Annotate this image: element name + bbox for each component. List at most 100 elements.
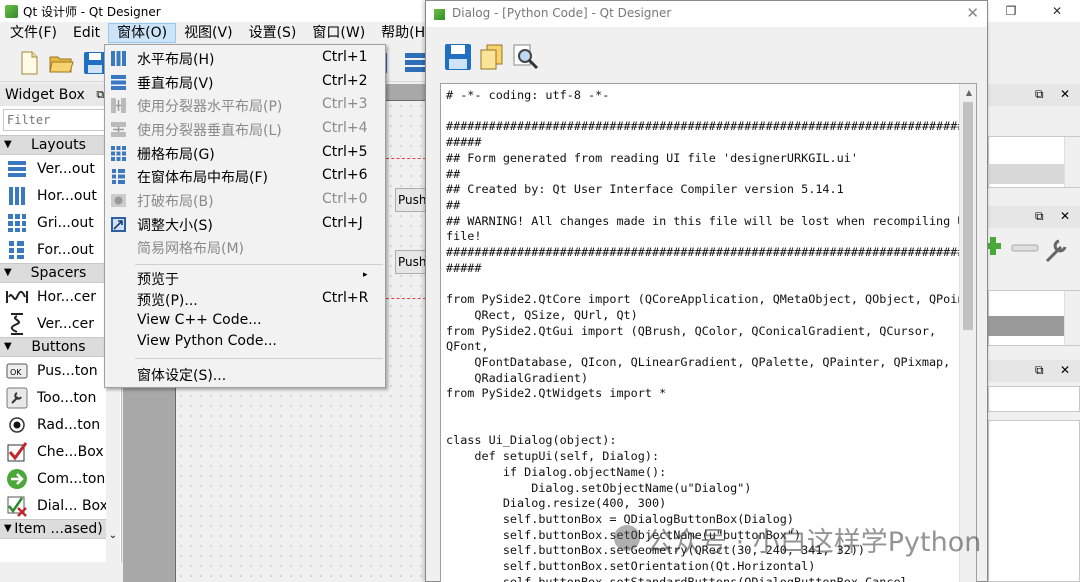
close-icon[interactable]: ✕	[1060, 363, 1070, 377]
widget-form-layout[interactable]: For...out	[0, 236, 117, 263]
grid-layout-icon	[6, 212, 28, 234]
vertical-layout-icon	[111, 75, 126, 90]
widget-horizontal-spacer[interactable]: Hor...cer	[0, 283, 117, 310]
menu-separator	[135, 358, 383, 359]
category-layouts[interactable]: ▼ Layouts	[0, 135, 117, 155]
menu-item-form-settings[interactable]: 窗体设定(S)...	[105, 363, 385, 386]
qt-dialog-icon	[434, 9, 445, 20]
menu-item-preview[interactable]: 预览(P)... Ctrl+R	[105, 288, 385, 311]
dialog-close-button[interactable]: ✕	[966, 4, 979, 22]
qt-designer-app-icon	[5, 4, 18, 18]
menu-item-splitter-horizontal[interactable]: 使用分裂器水平布局(P) Ctrl+3	[105, 94, 385, 117]
code-view[interactable]: # -*- coding: utf-8 -*- ################…	[440, 83, 977, 582]
object-inspector-scrollbar[interactable]	[1064, 137, 1080, 187]
restore-button[interactable]: ❐	[988, 0, 1034, 22]
menu-settings[interactable]: 设置(S)	[241, 23, 305, 43]
layout-guide-line	[386, 298, 426, 299]
menu-form[interactable]: 窗体(O)	[108, 23, 177, 43]
adjust-size-icon	[111, 217, 126, 232]
menu-item-view-python-code[interactable]: View Python Code...	[105, 331, 385, 354]
wechat-watermark-icon	[614, 525, 640, 551]
menu-item-splitter-vertical[interactable]: 使用分裂器垂直布局(L) Ctrl+4	[105, 118, 385, 141]
form-menu-dropdown: 水平布局(H) Ctrl+1 垂直布局(V) Ctrl+2 使用分裂器水平布局(P)…	[104, 44, 386, 388]
menu-file[interactable]: 文件(F)	[2, 23, 65, 43]
widget-radio-button[interactable]: Rad...ton	[0, 411, 117, 438]
form-push-button[interactable]: Push	[395, 250, 429, 274]
menu-item-grid-layout[interactable]: 栅格布局(G) Ctrl+5	[105, 142, 385, 165]
menu-item-simplify-grid[interactable]: 简易网格布局(M)	[105, 236, 385, 259]
property-row-selected[interactable]	[988, 316, 1064, 336]
python-code-text[interactable]: # -*- coding: utf-8 -*- ################…	[446, 88, 976, 582]
resource-browser-list[interactable]	[988, 420, 1080, 582]
menu-item-break-layout[interactable]: 打破布局(B) Ctrl+0	[105, 189, 385, 212]
resource-browser-titlebar: ⧉ ✕	[987, 360, 1080, 382]
widget-push-button[interactable]: OK Pus...ton	[0, 357, 117, 384]
category-buttons[interactable]: ▼ Buttons	[0, 337, 117, 357]
new-file-icon[interactable]	[16, 50, 42, 76]
widget-vertical-spacer[interactable]: Ver...cer	[0, 310, 117, 337]
property-toolbar-icons	[985, 237, 1067, 263]
form-push-button[interactable]: Push	[395, 188, 429, 212]
find-icon[interactable]	[512, 43, 540, 71]
widget-tool-button[interactable]: Too...ton	[0, 384, 117, 411]
category-item-views[interactable]: ▼ Item ...ased)	[0, 519, 117, 539]
collapse-arrow-icon: ▼	[4, 267, 12, 278]
code-scrollbar[interactable]: ▲	[959, 84, 976, 582]
float-icon[interactable]: ⧉	[1035, 87, 1044, 102]
vertical-spacer-icon	[6, 312, 28, 335]
form-layout-icon	[6, 239, 28, 261]
resource-filter-input[interactable]	[988, 386, 1080, 412]
submenu-arrow-icon: ▸	[363, 270, 368, 280]
menu-window[interactable]: 窗口(W)	[304, 23, 373, 43]
save-icon[interactable]	[444, 43, 472, 71]
widget-grid-layout[interactable]: Gri...out	[0, 209, 117, 236]
tool-button-icon	[6, 387, 28, 409]
menu-item-view-cpp-code[interactable]: View C++ Code...	[105, 310, 385, 333]
splitter-vertical-icon	[111, 122, 126, 137]
window-title: Qt 设计师 - Qt Designer	[23, 4, 161, 19]
python-code-dialog: Dialog - [Python Code] - Qt Designer ✕ #…	[425, 0, 988, 582]
horizontal-spacer-icon	[6, 286, 28, 308]
widget-dialog-button-box[interactable]: Dial... Box	[0, 492, 117, 519]
dialog-title: Dialog - [Python Code] - Qt Designer	[452, 6, 672, 20]
splitter-horizontal-icon	[111, 98, 126, 113]
widget-check-box[interactable]: Che...Box	[0, 438, 117, 465]
code-scrollbar-thumb[interactable]	[963, 102, 973, 330]
object-inspector-titlebar: ⧉ ✕	[987, 84, 1080, 106]
copy-icon[interactable]	[478, 43, 506, 71]
float-icon[interactable]: ⧉	[1035, 209, 1044, 224]
vertical-layout-icon	[6, 158, 28, 180]
menu-view[interactable]: 视图(V)	[176, 23, 241, 43]
grid-layout-icon	[111, 146, 126, 161]
widget-horizontal-layout[interactable]: Hor...out	[0, 182, 117, 209]
property-editor-titlebar: ⧉ ✕	[987, 206, 1080, 228]
configure-icon[interactable]	[1045, 239, 1067, 263]
float-icon[interactable]: ⧉	[1035, 363, 1044, 378]
scroll-down-icon[interactable]: ⌄	[106, 530, 120, 541]
widget-command-link-button[interactable]: Com...ton	[0, 465, 117, 492]
scroll-up-icon[interactable]: ▲	[966, 88, 972, 97]
remove-property-icon[interactable]	[1011, 244, 1039, 252]
menu-item-horizontal-layout[interactable]: 水平布局(H) Ctrl+1	[105, 47, 385, 70]
dialog-button-box-icon	[6, 495, 28, 517]
break-layout-icon	[111, 194, 126, 207]
open-folder-icon[interactable]	[48, 50, 74, 76]
menu-item-adjust-size[interactable]: 调整大小(S) Ctrl+J	[105, 213, 385, 236]
menu-separator	[135, 264, 383, 265]
command-link-icon	[6, 468, 28, 490]
close-window-button[interactable]: ✕	[1034, 0, 1080, 22]
menu-item-preview-in[interactable]: 预览于 ▸	[105, 267, 385, 290]
menu-edit[interactable]: Edit	[65, 23, 108, 43]
horizontal-layout-icon	[111, 51, 126, 66]
widget-vertical-layout[interactable]: Ver...out	[0, 155, 117, 182]
category-spacers[interactable]: ▼ Spacers	[0, 263, 117, 283]
property-editor-scrollbar[interactable]	[1064, 291, 1080, 345]
widget-filter-input[interactable]	[3, 109, 106, 131]
widget-box-title: Widget Box ⧉ ✕	[0, 84, 121, 106]
menu-item-vertical-layout[interactable]: 垂直布局(V) Ctrl+2	[105, 71, 385, 94]
collapse-arrow-icon: ▼	[4, 139, 12, 150]
close-icon[interactable]: ✕	[1060, 87, 1070, 101]
object-row-selected[interactable]	[988, 164, 1064, 184]
close-icon[interactable]: ✕	[1060, 209, 1070, 223]
menu-item-form-layout[interactable]: 在窗体布局中布局(F) Ctrl+6	[105, 165, 385, 188]
